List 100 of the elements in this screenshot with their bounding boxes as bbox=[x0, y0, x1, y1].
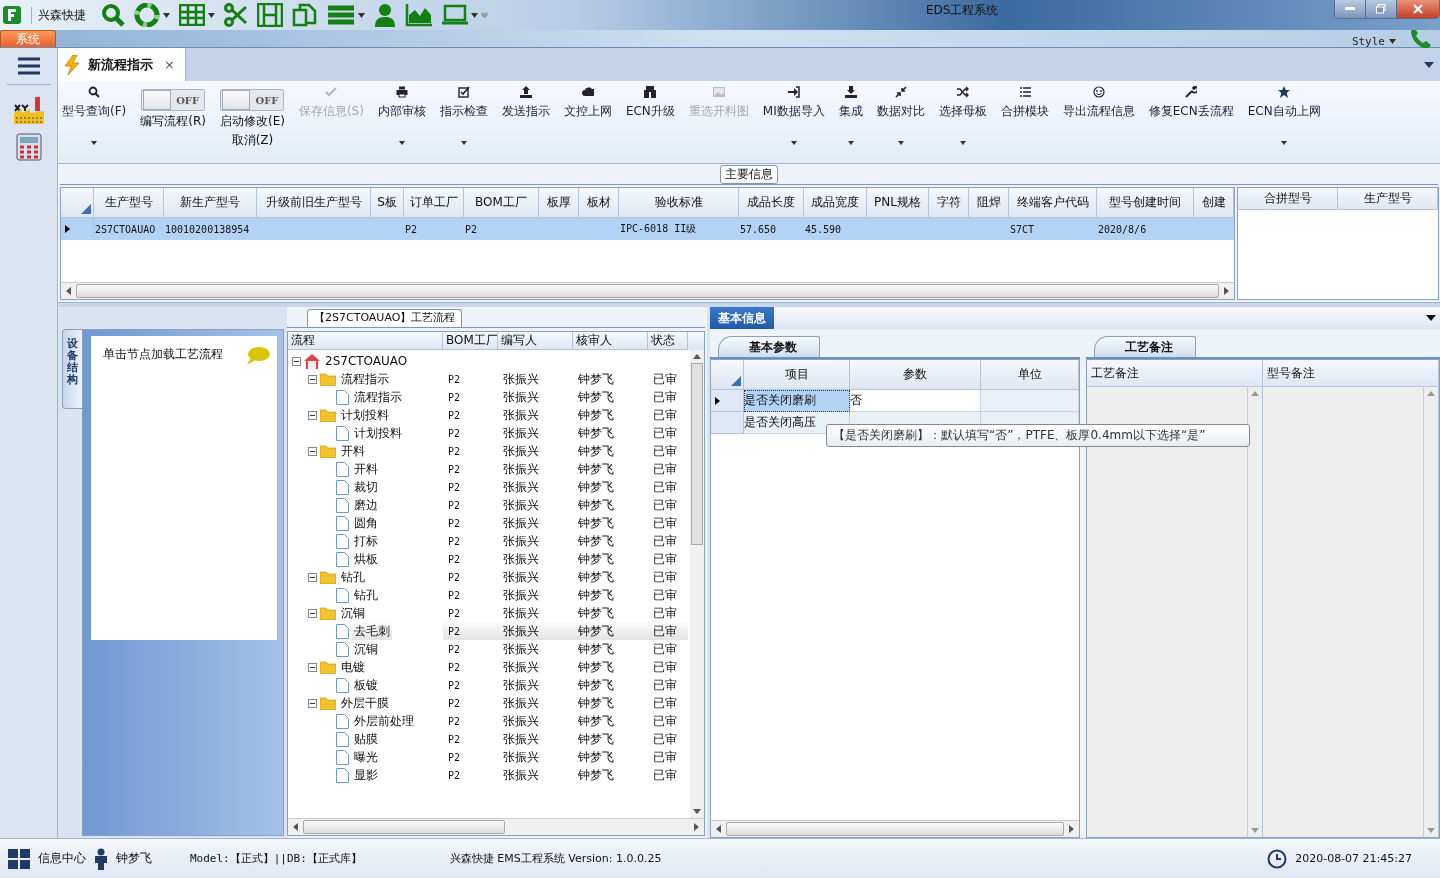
scroll-down-icon[interactable] bbox=[693, 809, 701, 814]
column-header[interactable]: 成品长度 bbox=[747, 194, 795, 211]
tab-label[interactable]: 新流程指示 bbox=[88, 55, 153, 74]
caret-icon[interactable] bbox=[358, 12, 365, 18]
caret-icon[interactable] bbox=[471, 12, 478, 18]
scroll-left-icon[interactable] bbox=[66, 287, 71, 295]
toolbar-button[interactable]: 选择母板 bbox=[938, 85, 987, 145]
column-header[interactable]: 型号创建时间 bbox=[1109, 194, 1181, 211]
grid-icon[interactable] bbox=[179, 4, 205, 26]
caret-icon[interactable] bbox=[1281, 141, 1288, 145]
scroll-left-icon[interactable] bbox=[716, 825, 721, 833]
tree-node[interactable]: 曝光 bbox=[352, 748, 380, 766]
column-header[interactable]: 板厚 bbox=[546, 194, 571, 211]
close-tab-button[interactable]: × bbox=[164, 57, 175, 72]
caret-icon[interactable] bbox=[790, 141, 797, 145]
column-header[interactable]: 新生产型号 bbox=[180, 194, 240, 211]
scroll-left-icon[interactable] bbox=[293, 823, 298, 831]
toggle-switch[interactable]: OFF bbox=[220, 89, 285, 111]
vertical-tab[interactable]: 设备结构 bbox=[62, 329, 82, 409]
search-icon[interactable] bbox=[101, 3, 125, 27]
sub-tab[interactable]: 基本参数 bbox=[718, 336, 820, 357]
info-center-link[interactable]: 信息中心 bbox=[38, 850, 86, 867]
toolbar-button[interactable]: 内部审核 bbox=[377, 85, 426, 145]
maximize-button[interactable] bbox=[1366, 0, 1397, 18]
column-header[interactable]: 生产型号 bbox=[1363, 190, 1412, 207]
sub-tab[interactable]: 工艺备注 bbox=[1094, 336, 1196, 357]
vertical-scrollbar[interactable] bbox=[690, 350, 704, 818]
tree-node[interactable]: 开料 bbox=[352, 460, 380, 478]
tree-node[interactable]: 去毛刺 bbox=[352, 622, 392, 640]
column-header[interactable]: 单位 bbox=[1017, 366, 1042, 383]
collapse-icon[interactable] bbox=[308, 446, 317, 456]
column-header[interactable]: 成品宽度 bbox=[811, 194, 859, 211]
tree-node[interactable]: 沉铜 bbox=[339, 604, 367, 622]
column-header[interactable]: 验收标准 bbox=[654, 194, 703, 211]
toggle-switch[interactable]: OFF bbox=[141, 89, 206, 111]
toolbar-button[interactable]: 集成 bbox=[838, 85, 863, 145]
tree-node[interactable]: 钻孔 bbox=[352, 586, 380, 604]
windows-grid-icon[interactable] bbox=[8, 848, 30, 869]
toolbar-button[interactable]: 修复ECN丢流程 bbox=[1148, 85, 1234, 120]
copy-icon[interactable] bbox=[292, 3, 318, 27]
tree-node[interactable]: 磨边 bbox=[352, 496, 380, 514]
lifebuoy-icon[interactable] bbox=[134, 3, 160, 27]
column-header[interactable]: 工艺备注 bbox=[1091, 364, 1139, 382]
caret-icon[interactable] bbox=[847, 141, 854, 145]
column-header[interactable]: PNL规格 bbox=[874, 194, 921, 211]
tree-node[interactable]: 打标 bbox=[352, 532, 380, 550]
tree-node[interactable]: 裁切 bbox=[352, 478, 380, 496]
toolbar-button[interactable]: 型号查询(F) bbox=[62, 85, 127, 145]
tree-node[interactable]: 外层前处理 bbox=[352, 712, 416, 730]
column-header[interactable]: 核审人 bbox=[576, 332, 612, 349]
toolbar-button[interactable]: 指示检查 bbox=[439, 85, 488, 145]
document-tab[interactable]: 新流程指示 × bbox=[58, 48, 186, 81]
list-icon[interactable] bbox=[327, 4, 355, 26]
minimize-button[interactable] bbox=[1335, 0, 1366, 18]
user-icon[interactable] bbox=[374, 3, 396, 27]
column-header[interactable]: 参数 bbox=[903, 366, 927, 383]
collapse-icon[interactable] bbox=[308, 662, 317, 672]
column-header[interactable]: 编写人 bbox=[501, 332, 537, 349]
collapse-icon[interactable] bbox=[308, 698, 317, 708]
area-chart-icon[interactable] bbox=[405, 3, 433, 27]
tree-node[interactable]: 贴膜 bbox=[352, 730, 380, 748]
style-menu[interactable]: Style bbox=[1351, 35, 1385, 48]
caret-icon[interactable] bbox=[1389, 39, 1396, 44]
caret-icon[interactable] bbox=[1424, 61, 1434, 68]
column-header[interactable]: 型号备注 bbox=[1267, 364, 1315, 382]
caret-icon[interactable] bbox=[398, 141, 405, 145]
scroll-right-icon[interactable] bbox=[1069, 825, 1074, 833]
collapse-icon[interactable] bbox=[308, 410, 317, 420]
collapse-icon[interactable] bbox=[308, 374, 317, 384]
tree-node[interactable]: 圆角 bbox=[352, 514, 380, 532]
column-header[interactable]: 板材 bbox=[586, 194, 611, 211]
table-row[interactable]: 是否关闭磨刷 否 bbox=[711, 390, 1079, 412]
column-header[interactable]: 流程 bbox=[291, 332, 315, 349]
toolbar-button[interactable]: 发送指示 bbox=[501, 85, 550, 120]
toolbar-button[interactable]: 合拼模块 bbox=[1000, 85, 1049, 120]
column-header[interactable]: 合拼型号 bbox=[1263, 190, 1312, 207]
scroll-right-icon[interactable] bbox=[1224, 287, 1229, 295]
collapse-icon[interactable] bbox=[292, 356, 301, 366]
tree-node[interactable]: 开料 bbox=[339, 442, 367, 460]
menu-icon[interactable] bbox=[16, 56, 41, 76]
caret-icon[interactable] bbox=[163, 12, 170, 18]
column-header[interactable]: 项目 bbox=[784, 366, 809, 383]
scroll-right-icon[interactable] bbox=[694, 823, 699, 831]
column-header[interactable]: 阻焊 bbox=[976, 194, 1001, 211]
column-header[interactable]: BOM工厂 bbox=[475, 194, 527, 211]
tree-node[interactable]: 烘板 bbox=[352, 550, 380, 568]
toolbar-button[interactable]: ECN升级 bbox=[625, 85, 675, 120]
column-header[interactable]: 状态 bbox=[651, 332, 675, 349]
toolbar-button[interactable]: ECN自动上网 bbox=[1247, 85, 1321, 145]
toolbar-button[interactable]: 文控上网 bbox=[563, 85, 612, 120]
horizontal-scrollbar[interactable] bbox=[288, 818, 704, 835]
horizontal-scrollbar[interactable] bbox=[61, 282, 1234, 299]
panel-tab[interactable]: 基本信息 bbox=[710, 307, 774, 329]
column-header[interactable]: 字符 bbox=[936, 194, 961, 211]
caret-icon[interactable] bbox=[897, 141, 904, 145]
column-header[interactable]: 升级前旧生产型号 bbox=[265, 194, 362, 211]
collapse-icon[interactable] bbox=[308, 572, 317, 582]
calculator-icon[interactable] bbox=[14, 133, 43, 163]
tree-node[interactable]: 板镀 bbox=[352, 676, 380, 694]
tree-node[interactable]: 流程指示 bbox=[352, 388, 404, 406]
